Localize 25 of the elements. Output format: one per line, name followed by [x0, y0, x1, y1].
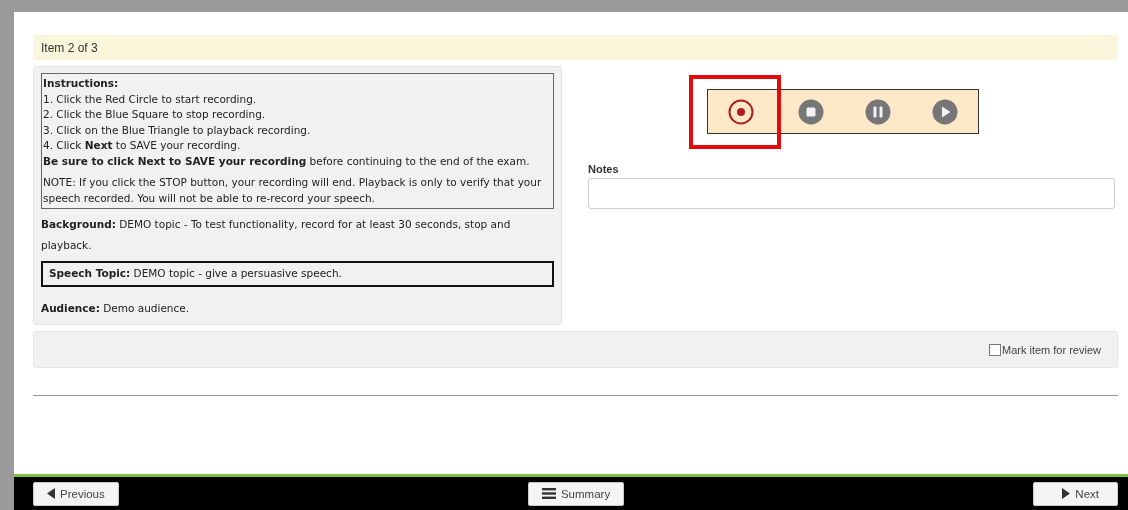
- instruction-line: 2. Click the Blue Square to stop recording.: [43, 107, 267, 122]
- review-label[interactable]: Mark item for review: [1001, 343, 1101, 356]
- item-counter: Item 2 of 3: [41, 40, 98, 55]
- menu-icon: [541, 488, 556, 499]
- notes-label: Notes: [588, 163, 619, 175]
- notes-field[interactable]: [588, 178, 1115, 209]
- note-text: NOTE: If you click the STOP button, your recording will end. Playback is only to verify that your speech recorded. You will not be able to re-record your speech.: [43, 175, 543, 206]
- instructions-title: Instructions:: [43, 76, 120, 91]
- left-triangle-icon: [47, 488, 55, 499]
- instruction-line: 4. Click Next to SAVE your recording.: [43, 138, 242, 153]
- speech-topic-text: Speech Topic: DEMO topic - give a persuasive speech.: [49, 267, 342, 279]
- background-text: Background: DEMO topic - To test functionality, record for at least 30 seconds, stop and playback.: [41, 217, 512, 253]
- next-button[interactable]: Next: [1033, 481, 1118, 506]
- play-icon: [931, 98, 958, 125]
- instruction-line: 1. Click the Red Circle to start recording.: [43, 91, 258, 107]
- summary-button[interactable]: Summary: [527, 481, 625, 506]
- previous-button[interactable]: Previous: [33, 481, 119, 506]
- instruction-line: 3. Click on the Blue Triangle to playback recording.: [43, 122, 312, 138]
- right-triangle-icon: [1062, 488, 1071, 499]
- stop-icon: [797, 98, 824, 125]
- audience-text: Audience: Demo audience.: [41, 300, 191, 316]
- instruction-line: Be sure to click Next to SAVE your recording before continuing to the end of the exam.: [43, 153, 531, 169]
- pause-icon: [864, 98, 891, 125]
- review-checkbox[interactable]: [988, 343, 1001, 356]
- record-icon: [728, 98, 754, 125]
